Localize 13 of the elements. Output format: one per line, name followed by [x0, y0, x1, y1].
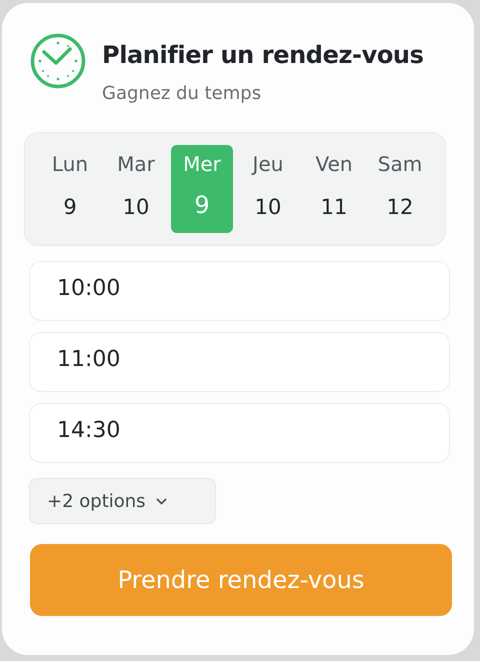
day-option[interactable]: Sam 12: [369, 145, 431, 233]
subtitle: Gagnez du temps: [102, 83, 262, 104]
title: Planifier un rendez-vous: [102, 41, 424, 69]
time-slot[interactable]: 10:00: [29, 261, 450, 321]
chevron-down-icon: [156, 498, 167, 504]
day-option[interactable]: Jeu 10: [237, 145, 299, 233]
day-option[interactable]: Lun 9: [39, 145, 101, 233]
day-option[interactable]: Mar 10: [105, 145, 167, 233]
clock-icon: [30, 33, 86, 89]
day-option[interactable]: Ven 11: [303, 145, 365, 233]
more-options-button[interactable]: +2 options: [29, 478, 216, 524]
time-slot[interactable]: 11:00: [29, 332, 450, 392]
time-slot[interactable]: 14:30: [29, 403, 450, 463]
